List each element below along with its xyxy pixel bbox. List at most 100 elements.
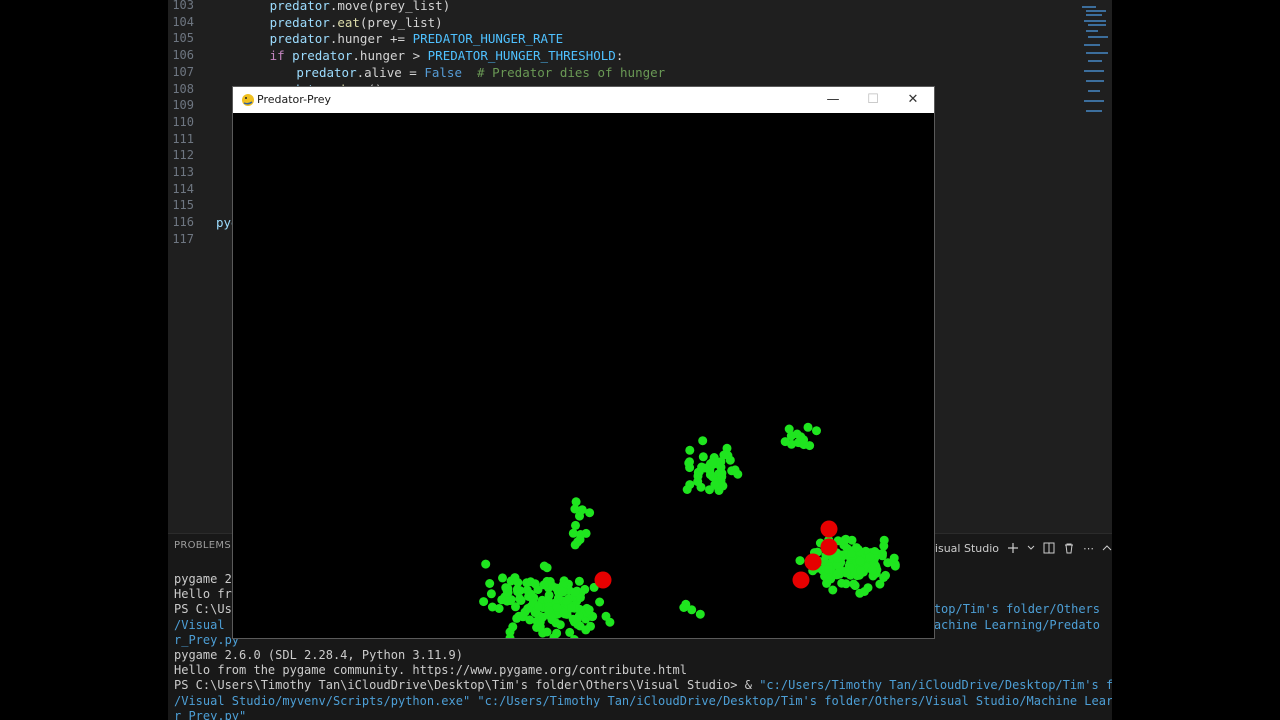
prey-dot: [889, 553, 899, 563]
prey-dot: [514, 611, 524, 621]
code-token: predator: [292, 48, 353, 64]
prey-dot: [510, 573, 520, 583]
prey-dot: [574, 611, 584, 621]
predator-dot: [820, 520, 838, 538]
prey-dot: [708, 457, 717, 467]
terminal-text: /Visual Studio/myvenv/Scripts/python.exe…: [174, 693, 1112, 708]
prey-dot: [685, 480, 695, 490]
more-actions-icon[interactable]: ⋯: [1083, 542, 1094, 555]
code-token: .alive =: [356, 64, 425, 80]
prey-dot: [841, 568, 851, 578]
prey-dot: [573, 537, 583, 547]
prey-dot: [479, 597, 489, 607]
pygame-snake-icon: [242, 94, 254, 106]
prey-dot: [717, 472, 727, 482]
terminal-line: PS C:\Users\Timothy Tan\iCloudDrive\Desk…: [174, 678, 1112, 693]
terminal-text: PS C:\Use: [174, 602, 240, 617]
prey-dot: [841, 534, 851, 544]
code-token: PREDATOR_HUNGER_THRESHOLD: [427, 48, 616, 64]
prey-dot: [822, 578, 832, 588]
line-number: 114: [172, 181, 194, 196]
code-line: predator.eat(prey_list): [270, 14, 443, 31]
prey-dot: [695, 609, 705, 619]
predator-dot: [792, 571, 810, 589]
prey-dot: [515, 594, 525, 604]
line-number: 113: [172, 165, 194, 179]
terminal-command: PS C:\Users\Timothy Tan\iCloudDrive\Desk…: [174, 678, 1112, 692]
prey-dot: [697, 462, 707, 472]
terminal-profile-label[interactable]: Visual Studio: [928, 542, 999, 555]
prey-dot: [487, 602, 497, 612]
code-token: .hunger +=: [329, 31, 413, 47]
prey-dot: [795, 556, 805, 566]
code-token: .hunger >: [352, 48, 428, 64]
code-line: predator.move(prey_list): [270, 0, 451, 14]
terminal-text: r_Prey.py: [174, 632, 240, 647]
prey-dot: [571, 497, 581, 507]
pygame-window[interactable]: Predator-Prey — ☐ ✕: [232, 86, 935, 639]
prey-dot: [539, 580, 549, 590]
terminal-text: Hello fro: [174, 587, 240, 602]
line-number: 105: [172, 31, 194, 46]
prey-dot: [698, 452, 708, 462]
code-token: predator: [269, 14, 330, 30]
code-token: predator: [296, 64, 357, 80]
prey-dot: [497, 595, 507, 605]
prey-dot: [501, 583, 511, 593]
terminal-text: Hello from the pygame community. https:/…: [174, 663, 687, 678]
line-number: 107: [172, 64, 194, 79]
prey-dot: [512, 584, 522, 594]
maximize-button[interactable]: ☐: [853, 87, 893, 113]
minimap[interactable]: [1082, 4, 1112, 124]
plus-icon[interactable]: [1007, 542, 1019, 554]
code-token: predator: [269, 0, 330, 13]
terminal-text: pygame 2.: [174, 572, 240, 586]
prey-dot: [852, 543, 861, 553]
chevron-up-icon[interactable]: [1102, 544, 1112, 552]
terminal-text: pygame 2.6.0 (SDL 2.28.4, Python 3.11.9): [174, 648, 463, 662]
code-token: PREDATOR_HUNGER_RATE: [412, 31, 564, 47]
prey-dot: [867, 565, 877, 575]
simulation-canvas[interactable]: [233, 113, 934, 638]
line-number: 104: [172, 14, 194, 29]
prey-dot: [567, 603, 576, 613]
trash-icon[interactable]: [1063, 542, 1075, 554]
prey-dot: [526, 589, 536, 599]
code-line: if predator.hunger > PREDATOR_HUNGER_THR…: [270, 47, 624, 64]
prey-dot: [799, 435, 809, 445]
prey-dot: [860, 587, 869, 596]
terminal-toolbar: Visual Studio ⋯: [928, 536, 1112, 560]
window-titlebar[interactable]: Predator-Prey — ☐ ✕: [233, 87, 934, 113]
prey-dot: [698, 436, 708, 446]
prey-dot: [780, 437, 790, 447]
line-number: 103: [172, 0, 194, 12]
simulation-svg: [479, 422, 900, 638]
prey-dot: [552, 603, 562, 612]
code-line: predator.hunger += PREDATOR_HUNGER_RATE: [270, 30, 564, 47]
prey-dot: [555, 620, 565, 630]
code-token: (prey_list): [359, 14, 443, 30]
close-button[interactable]: ✕: [893, 87, 933, 113]
prey-dot: [498, 573, 507, 583]
prey-dot: [710, 480, 720, 489]
chevron-down-icon[interactable]: [1027, 544, 1035, 552]
line-number: 111: [172, 131, 194, 146]
terminal-line: /Machine Learning/Predato: [919, 618, 1100, 633]
prey-dot: [865, 552, 875, 562]
prey-dot: [812, 426, 821, 436]
prey-dot: [565, 627, 575, 637]
prey-dot: [574, 576, 584, 586]
tab-problems[interactable]: PROBLEMS: [174, 540, 231, 558]
predator-dot: [820, 538, 838, 556]
prey-dot: [837, 578, 847, 588]
prey-dot: [824, 565, 833, 574]
prey-dot: [530, 579, 540, 589]
prey-dot: [522, 578, 532, 588]
prey-dot: [544, 605, 554, 615]
split-terminal-icon[interactable]: [1043, 542, 1055, 554]
prey-dot: [581, 528, 591, 538]
terminal-line: esktop/Tim's folder/Others: [912, 602, 1100, 617]
minimize-button[interactable]: —: [813, 87, 853, 113]
terminal-line: /Visual Studio/myvenv/Scripts/python.exe…: [174, 694, 1112, 709]
prey-dot: [538, 612, 548, 622]
